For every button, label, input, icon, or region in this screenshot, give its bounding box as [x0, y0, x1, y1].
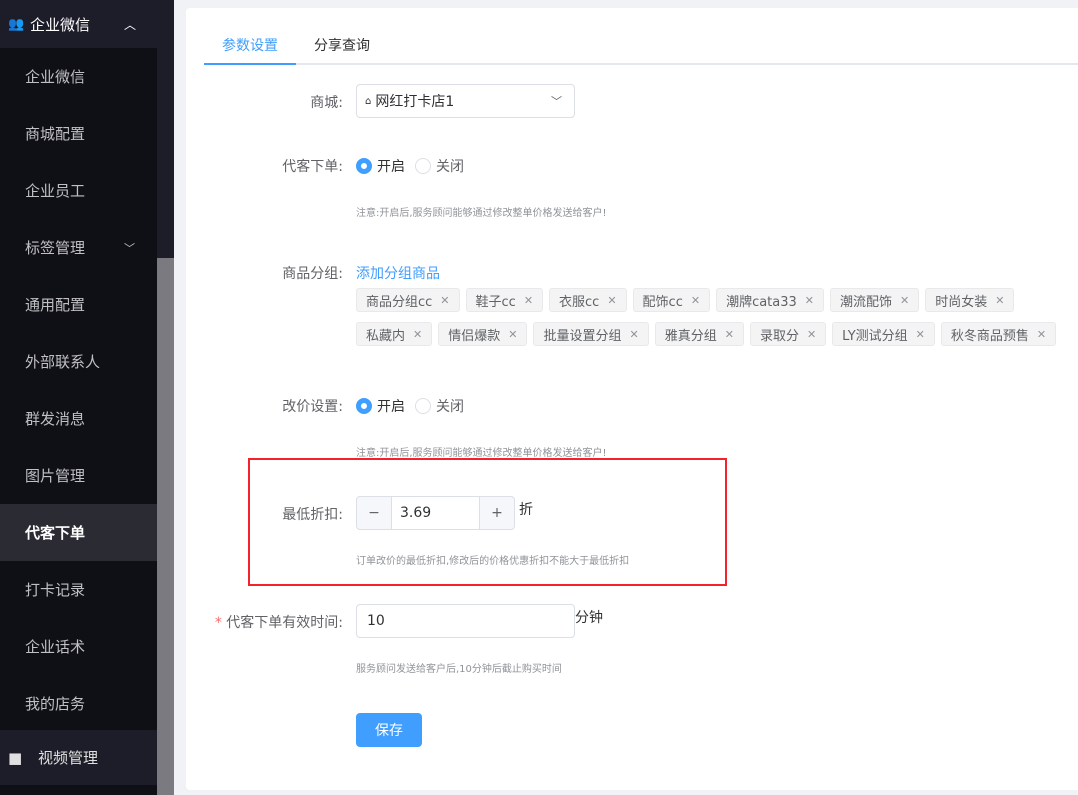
sidebar-item-label: 视频管理 — [38, 749, 99, 767]
sidebar-item-label: 代客下单 — [25, 524, 86, 542]
group-tag: 批量设置分组 ✕ — [533, 322, 649, 346]
close-icon[interactable]: ✕ — [1037, 328, 1046, 341]
sidebar-item[interactable]: 代客下单 — [0, 504, 157, 561]
sidebar: 👥 企业微信 ︿ 企业微信商城配置企业员工标签管理 ﹀ 通用配置外部联系人群发消息图片管… — [0, 0, 157, 795]
group-tag: 商品分组cc ✕ — [356, 288, 460, 312]
order-on-radio[interactable]: 开启 — [356, 156, 405, 176]
sidebar-item[interactable]: 企业员工 — [0, 162, 157, 219]
close-icon[interactable]: ✕ — [413, 328, 422, 341]
sidebar-item[interactable]: 商城配置 — [0, 105, 157, 162]
sidebar-item-label: 企业员工 — [25, 182, 86, 200]
group-tag: 潮流配饰 ✕ — [830, 288, 920, 312]
add-group-link[interactable]: 添加分组商品 — [356, 263, 440, 283]
tag-label: 时尚女装 — [935, 294, 988, 310]
sidebar-item[interactable]: 我的店务 — [0, 675, 157, 732]
sidebar-item[interactable]: 企业话术 — [0, 618, 157, 675]
sidebar-group-wechat[interactable]: 👥 企业微信 ︿ — [0, 0, 157, 48]
tag-label: 衣服cc — [559, 294, 600, 310]
video-icon: ■ — [8, 748, 23, 767]
group-tag: 秋冬商品预售 ✕ — [940, 322, 1057, 346]
tag-label: 情侣爆款 — [448, 328, 501, 344]
close-icon[interactable]: ✕ — [900, 294, 909, 307]
close-icon[interactable]: ✕ — [805, 294, 814, 307]
sidebar-item-label: 群发消息 — [25, 410, 86, 428]
sidebar-item-label: 我的店务 — [25, 695, 86, 713]
close-icon[interactable]: ✕ — [524, 294, 533, 307]
close-icon[interactable]: ✕ — [916, 328, 925, 341]
group-label: 企业微信 — [30, 15, 91, 34]
sidebar-item[interactable]: 企业微信 — [0, 48, 157, 105]
group-tag: 潮牌cata33 ✕ — [716, 288, 825, 312]
order-off-radio[interactable]: 关闭 — [415, 156, 464, 176]
valid-time-label: * 代客下单有效时间: — [214, 615, 343, 631]
sidebar-item-label: 企业话术 — [25, 638, 86, 656]
sidebar-item[interactable]: 外部联系人 — [0, 333, 157, 390]
mall-select[interactable]: ⌂ 网红打卡店1 ﹀ — [356, 84, 575, 118]
price-off-radio[interactable]: 关闭 — [415, 396, 464, 416]
sidebar-item-label: 通用配置 — [25, 296, 86, 314]
sidebar-item-label: 图片管理 — [25, 467, 86, 485]
valid-time-unit: 分钟 — [575, 610, 603, 626]
group-label: 商品分组: — [282, 266, 343, 282]
chevron-up-icon: ︿ — [124, 17, 137, 32]
highlight-box — [248, 458, 727, 586]
mall-label: 商城: — [310, 95, 343, 111]
tag-label: 鞋子cc — [475, 294, 516, 310]
group-tag: 私藏内 ✕ — [356, 322, 433, 346]
tag-label: 私藏内 — [366, 328, 406, 344]
sidebar-item[interactable]: 通用配置 — [0, 276, 157, 333]
sidebar-item-label: 外部联系人 — [25, 353, 101, 371]
order-label: 代客下单: — [282, 159, 343, 175]
close-icon[interactable]: ✕ — [508, 328, 517, 341]
close-icon[interactable]: ✕ — [807, 328, 816, 341]
group-tag: 配饰cc ✕ — [632, 288, 711, 312]
close-icon[interactable]: ✕ — [440, 294, 449, 307]
group-tag: 情侣爆款 ✕ — [438, 322, 528, 346]
group-tag: 时尚女装 ✕ — [925, 288, 1015, 312]
group-tag: 鞋子cc ✕ — [465, 288, 544, 312]
chevron-down-icon: ﹀ — [551, 95, 562, 108]
tag-label: 商品分组cc — [366, 294, 433, 310]
price-label: 改价设置: — [282, 399, 343, 415]
tag-label: 录取分 — [759, 328, 799, 344]
price-on-radio[interactable]: 开启 — [356, 396, 405, 416]
sidebar-item-label: 打卡记录 — [25, 581, 86, 599]
order-note: 注意:开启后,服务顾问能够通过修改整单价格发送给客户! — [356, 208, 607, 219]
close-icon[interactable]: ✕ — [691, 294, 700, 307]
tag-label: 潮牌cata33 — [726, 294, 797, 310]
tag-label: 配饰cc — [642, 294, 683, 310]
group-tag: 雅真分组 ✕ — [654, 322, 744, 346]
price-note: 注意:开启后,服务顾问能够通过修改整单价格发送给客户! — [356, 448, 607, 459]
sidebar-item[interactable]: 打卡记录 — [0, 561, 157, 618]
close-icon[interactable]: ✕ — [607, 294, 616, 307]
tag-label: LY测试分组 — [842, 328, 908, 344]
sidebar-item[interactable]: 图片管理 — [0, 447, 157, 504]
tag-label: 批量设置分组 — [543, 328, 622, 344]
shop-icon: ⌂ — [365, 95, 372, 107]
group-tag: 衣服cc ✕ — [549, 288, 627, 312]
tag-label: 秋冬商品预售 — [950, 328, 1029, 344]
close-icon[interactable]: ✕ — [629, 328, 638, 341]
sidebar-item-label: 商城配置 — [25, 125, 86, 143]
sidebar-item-video[interactable]: ■ 视频管理 — [0, 730, 157, 785]
mall-value: 网红打卡店1 — [375, 94, 455, 110]
sidebar-item[interactable]: 标签管理 ﹀ — [0, 219, 157, 276]
group-tag: LY测试分组 ✕ — [832, 322, 935, 346]
sidebar-item[interactable]: 群发消息 — [0, 390, 157, 447]
save-button[interactable]: 保存 — [356, 713, 422, 747]
close-icon[interactable]: ✕ — [725, 328, 734, 341]
valid-time-input[interactable]: 10 — [356, 604, 575, 638]
tag-label: 潮流配饰 — [840, 294, 893, 310]
valid-time-note: 服务顾问发送给客户后,10分钟后截止购买时间 — [356, 664, 562, 675]
sidebar-item-label: 标签管理 — [25, 239, 86, 257]
users-icon: 👥 — [8, 16, 25, 32]
sidebar-item-label: 企业微信 — [25, 68, 86, 86]
group-tag: 录取分 ✕ — [749, 322, 827, 346]
scrollbar-thumb[interactable] — [157, 258, 174, 795]
tag-label: 雅真分组 — [664, 328, 717, 344]
close-icon[interactable]: ✕ — [995, 294, 1004, 307]
chevron-down-icon: ﹀ — [124, 241, 135, 255]
